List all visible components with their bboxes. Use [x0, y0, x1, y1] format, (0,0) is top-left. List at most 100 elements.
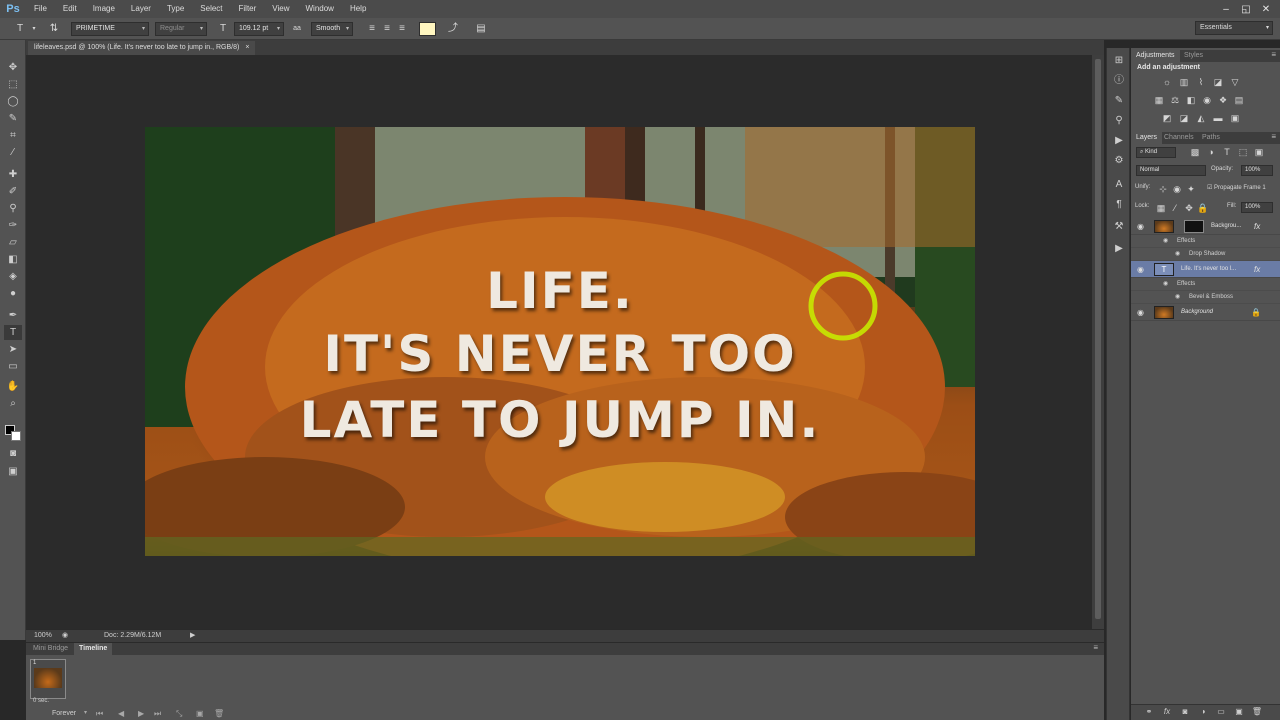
tab-adjustments[interactable]: Adjustments [1131, 50, 1180, 62]
background-color-swatch[interactable] [11, 431, 21, 441]
workspace-select[interactable]: Essentials ▾ [1195, 21, 1273, 35]
layer-kind-filter[interactable]: ⌕ Kind [1136, 147, 1176, 158]
antialias-select[interactable]: Smooth ▾ [311, 22, 353, 36]
delete-frame-icon[interactable]: 🗑 [214, 709, 224, 718]
fx-icon[interactable]: fx [1254, 261, 1260, 278]
visibility-eye-icon[interactable]: ◉ [1137, 304, 1144, 321]
black-white-icon[interactable]: ◧ [1185, 94, 1197, 106]
layer-row[interactable]: ◉ Backgrou... fx [1131, 218, 1280, 235]
frame-delay[interactable]: 0 sec. [33, 698, 49, 704]
effects-row[interactable]: ◉ Effects [1131, 278, 1280, 291]
add-style-icon[interactable]: fx [1161, 707, 1173, 716]
lasso-tool-icon[interactable]: ◯ [4, 94, 22, 109]
close-tab-icon[interactable]: × [245, 41, 249, 55]
menu-type[interactable]: Type [159, 0, 192, 18]
tween-icon[interactable]: ⤡ [176, 709, 182, 719]
delete-layer-icon[interactable]: 🗑 [1251, 707, 1263, 716]
filter-smart-object-icon[interactable]: ▣ [1253, 146, 1265, 158]
threshold-icon[interactable]: ◭ [1195, 112, 1207, 124]
canvas-text-line-2[interactable]: IT'S NEVER TOO [145, 325, 975, 383]
eye-icon[interactable]: ◉ [1175, 291, 1180, 304]
next-frame-icon[interactable]: ⏭ [154, 709, 161, 719]
canvas-text-line-3[interactable]: LATE TO JUMP IN. [145, 391, 975, 449]
filter-pixel-icon[interactable]: ▩ [1189, 146, 1201, 158]
unify-style-icon[interactable]: ✦ [1185, 183, 1197, 195]
filter-type-icon[interactable]: T [1221, 146, 1233, 158]
eye-icon[interactable]: ◉ [1175, 248, 1180, 261]
layer-name[interactable]: Backgrou... [1211, 218, 1251, 235]
filter-shape-icon[interactable]: ⬚ [1237, 146, 1249, 158]
gradient-tool-icon[interactable]: ◧ [4, 252, 22, 267]
visibility-eye-icon[interactable]: ◉ [1137, 261, 1144, 278]
panel-menu-icon[interactable]: ≡ [1093, 643, 1098, 652]
document-image[interactable]: LIFE. IT'S NEVER TOO LATE TO JUMP IN. [145, 127, 975, 556]
levels-icon[interactable]: ▥ [1178, 76, 1190, 88]
unify-visibility-icon[interactable]: ◉ [1171, 183, 1183, 195]
effect-row[interactable]: ◉ Bevel & Emboss [1131, 291, 1280, 304]
align-right-icon[interactable]: ≡ [396, 22, 408, 36]
dodge-tool-icon[interactable]: ● [4, 286, 22, 301]
animation-frame[interactable]: 1 [30, 659, 66, 699]
tab-channels[interactable]: Channels [1159, 132, 1199, 144]
healing-brush-tool-icon[interactable]: ✚ [4, 167, 22, 182]
align-left-icon[interactable]: ≡ [366, 22, 378, 36]
layer-name[interactable]: Background [1181, 304, 1241, 321]
restore-button[interactable]: ◱ [1236, 4, 1256, 15]
text-color-swatch[interactable] [419, 22, 436, 36]
quick-selection-tool-icon[interactable]: ✎ [4, 111, 22, 126]
new-group-icon[interactable]: ▭ [1215, 707, 1227, 716]
lock-all-icon[interactable]: 🔒 [1197, 202, 1209, 214]
photo-filter-icon[interactable]: ◉ [1201, 94, 1213, 106]
effects-row[interactable]: ◉ Effects [1131, 235, 1280, 248]
tab-mini-bridge[interactable]: Mini Bridge [28, 643, 73, 655]
path-selection-tool-icon[interactable]: ➤ [4, 342, 22, 357]
tab-paths[interactable]: Paths [1197, 132, 1225, 144]
font-size-select[interactable]: 109.12 pt ▾ [234, 22, 284, 36]
new-adjustment-icon[interactable]: ◑ [1197, 707, 1209, 716]
scrollbar-thumb[interactable] [1095, 59, 1101, 619]
add-mask-icon[interactable]: ◙ [1179, 707, 1191, 716]
first-frame-icon[interactable]: ⏮ [96, 709, 103, 719]
hand-tool-icon[interactable]: ✋ [4, 379, 22, 394]
history-brush-tool-icon[interactable]: ✑ [4, 218, 22, 233]
status-menu-arrow-icon[interactable]: ▶ [190, 630, 195, 642]
menu-filter[interactable]: Filter [231, 0, 265, 18]
zoom-level[interactable]: 100% [34, 630, 52, 642]
layer-row[interactable]: ◉ Background 🔒 [1131, 304, 1280, 321]
vertical-scrollbar[interactable] [1092, 55, 1104, 629]
layer-comps-icon[interactable]: ▶ [1111, 242, 1127, 256]
menu-layer[interactable]: Layer [123, 0, 159, 18]
brush-tool-icon[interactable]: ✐ [4, 184, 22, 199]
brightness-contrast-icon[interactable]: ☼ [1161, 76, 1173, 88]
new-layer-icon[interactable]: ▣ [1233, 707, 1245, 716]
minimize-button[interactable]: – [1216, 4, 1236, 15]
menu-edit[interactable]: Edit [55, 0, 85, 18]
align-center-icon[interactable]: ≡ [381, 22, 393, 36]
font-family-select[interactable]: PRIMETIME ▾ [71, 22, 149, 36]
canvas-text-line-1[interactable]: LIFE. [145, 262, 975, 320]
gradient-map-icon[interactable]: ▬ [1212, 112, 1224, 124]
eye-icon[interactable]: ◉ [1163, 235, 1168, 248]
type-tool-icon[interactable]: T [4, 325, 22, 340]
type-tool-preset-icon[interactable]: T [12, 22, 28, 36]
menu-file[interactable]: File [26, 0, 55, 18]
zoom-tool-icon[interactable]: ⌕ [4, 396, 22, 411]
invert-icon[interactable]: ◩ [1161, 112, 1173, 124]
close-window-button[interactable]: ✕ [1256, 4, 1276, 15]
layer-name[interactable]: Life. It's never too l... [1181, 261, 1251, 278]
lock-pixels-icon[interactable]: ⁄ [1169, 202, 1181, 214]
actions-icon[interactable]: ▶ [1111, 134, 1127, 148]
link-layers-icon[interactable]: ⚭ [1143, 707, 1155, 716]
chevron-down-icon[interactable]: ▾ [84, 709, 87, 716]
color-lookup-icon[interactable]: ▤ [1233, 94, 1245, 106]
eyedropper-tool-icon[interactable]: ⁄ [4, 145, 22, 160]
document-tab[interactable]: lifeleaves.psd @ 100% (Life. It's never … [28, 41, 256, 55]
fx-icon[interactable]: fx [1254, 218, 1260, 235]
exposure-icon[interactable]: ◪ [1212, 76, 1224, 88]
hue-saturation-icon[interactable]: ▦ [1153, 94, 1165, 106]
vibrance-icon[interactable]: ▽ [1229, 76, 1241, 88]
panel-menu-icon[interactable]: ≡ [1271, 50, 1276, 59]
panel-menu-icon[interactable]: ≡ [1271, 132, 1276, 141]
selective-color-icon[interactable]: ▣ [1229, 112, 1241, 124]
loop-select[interactable]: Forever [52, 710, 76, 717]
